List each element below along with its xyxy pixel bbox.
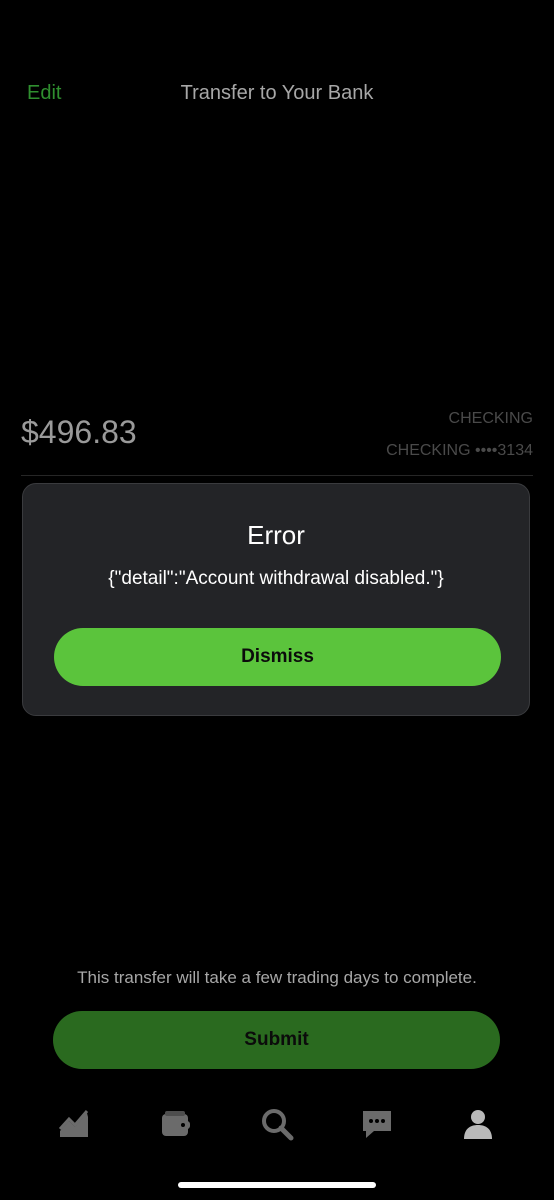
error-message: {"detail":"Account withdrawal disabled."… [108,568,444,589]
search-icon [262,1109,294,1141]
profile-icon [464,1110,492,1139]
messages-icon [363,1111,391,1138]
error-modal: Error {"detail":"Account withdrawal disa… [22,483,530,716]
chart-icon [58,1110,89,1137]
submit-button[interactable]: Submit [53,1011,500,1069]
tab-bar [0,1100,554,1150]
dismiss-button[interactable]: Dismiss [54,628,501,686]
tab-wallet[interactable] [152,1100,200,1148]
wallet-icon [162,1111,190,1136]
tab-messages[interactable] [353,1100,401,1148]
transfer-info-note: This transfer will take a few trading da… [77,968,477,987]
tab-search[interactable] [253,1100,301,1148]
account-type-label: CHECKING [448,410,533,427]
error-title: Error [247,520,305,550]
divider [21,475,533,476]
home-indicator[interactable] [178,1182,376,1188]
tab-account[interactable] [454,1100,502,1148]
tab-investing[interactable] [50,1100,98,1148]
page-title: Transfer to Your Bank [180,82,374,104]
account-number-label: CHECKING ••••3134 [386,442,533,459]
transfer-amount: $496.83 [21,414,137,450]
